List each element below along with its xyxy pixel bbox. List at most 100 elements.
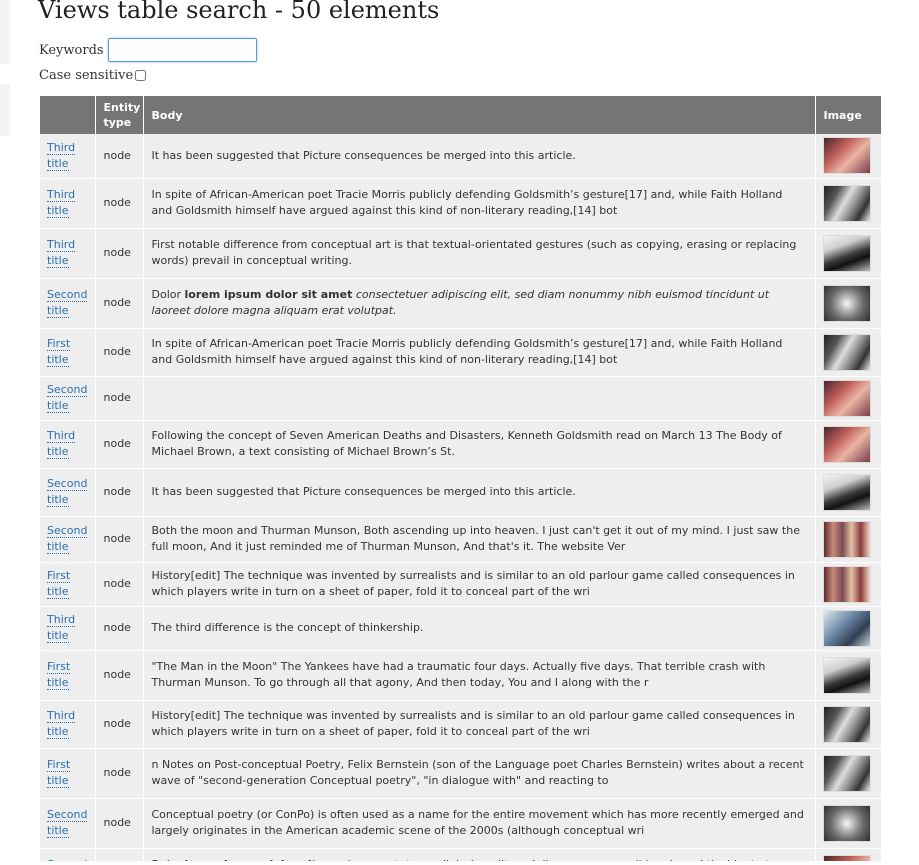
header-title	[40, 96, 96, 134]
bw-bridge-photo-icon[interactable]	[822, 234, 871, 272]
table-row: Second title node	[40, 376, 881, 421]
cell-entity-type: node	[95, 798, 144, 849]
title-link[interactable]: Second title	[47, 383, 88, 413]
cell-entity-type: node	[95, 468, 144, 517]
body-text: Dolor	[152, 858, 185, 861]
sunset-photo-icon[interactable]	[822, 379, 871, 417]
title-link[interactable]: Second title	[47, 524, 88, 554]
cell-title: Third title	[40, 700, 96, 749]
table-row: Second title node Both the moon and Thurma…	[40, 516, 881, 563]
cell-image	[815, 516, 881, 563]
cell-image	[815, 420, 881, 469]
sunset-photo-icon[interactable]	[822, 425, 871, 463]
table-row: Second titlenodeDolor lorem ipsum dolor …	[40, 848, 881, 861]
table-body: Third title node It has been suggested tha…	[40, 134, 881, 861]
cell-body: n Notes on Post-conceptual Poetry, Felix…	[143, 748, 816, 799]
keywords-input[interactable]	[107, 38, 257, 62]
cell-title: Second title	[40, 516, 96, 563]
bw-bridge-photo-icon[interactable]	[822, 473, 871, 511]
left-edge-block	[0, 84, 10, 136]
keywords-label: Keywords	[39, 42, 104, 58]
table-row: First title node "The Man in the Moon" The…	[40, 650, 881, 701]
cell-body: It has been suggested that Picture conse…	[143, 134, 816, 179]
cell-title: Third title	[40, 420, 96, 469]
title-link[interactable]: First title	[47, 337, 71, 367]
left-edge-panel	[0, 0, 10, 865]
cell-body: History[edit] The technique was invented…	[143, 562, 816, 607]
title-link[interactable]: Third title	[47, 188, 76, 218]
cell-title: Second title	[40, 376, 96, 421]
cell-body: Following the concept of Seven American …	[143, 420, 816, 469]
title-link[interactable]: Second title	[47, 477, 88, 507]
table-row: Second title node Conceptual poetry (or Co…	[40, 798, 881, 849]
cell-image	[815, 848, 881, 861]
cell-title: First title	[40, 562, 96, 607]
bw-portrait-photo-icon[interactable]	[822, 705, 871, 743]
cell-entity-type: node	[95, 700, 144, 749]
title-link[interactable]: First title	[47, 758, 71, 788]
bw-bridge-photo-icon[interactable]	[822, 656, 871, 694]
table-row: Third title node In spite of African-Ameri…	[40, 178, 881, 229]
cell-entity-type: node	[95, 178, 144, 229]
title-link[interactable]: Third title	[47, 709, 76, 739]
body-bold-text: lorem ipsum dolor sit amet	[185, 858, 353, 861]
cell-image	[815, 134, 881, 179]
table-row: Third title node First notable difference …	[40, 228, 881, 279]
title-link[interactable]: Third title	[47, 140, 76, 171]
header-image: Image	[815, 96, 881, 134]
cell-body: In spite of African-American poet Tracie…	[143, 178, 816, 229]
cell-image	[815, 562, 881, 607]
cell-body: Dolor lorem ipsum dolor sit amet consect…	[143, 848, 816, 861]
title-link[interactable]: First title	[47, 569, 71, 599]
table-header-row: Entity type Body Image	[40, 96, 881, 134]
cell-entity-type: node	[95, 376, 144, 421]
title-link[interactable]: First title	[47, 660, 71, 690]
cell-body: Both the moon and Thurman Munson, Both a…	[143, 516, 816, 563]
cell-body: First notable difference from conceptual…	[143, 228, 816, 279]
sunset-photo-icon[interactable]	[822, 854, 871, 861]
cell-title: Second title	[40, 278, 96, 329]
title-link[interactable]: Second title	[47, 288, 88, 318]
header-entity-type: Entity type	[95, 96, 144, 134]
cell-entity-type: node	[95, 650, 144, 701]
cell-entity-type: node	[95, 748, 144, 799]
crowd-photo-icon[interactable]	[822, 565, 871, 603]
title-link[interactable]: Third title	[47, 429, 76, 459]
table-row: First title node History[edit] The techniq…	[40, 562, 881, 607]
cell-image	[815, 468, 881, 517]
table-row: First title node In spite of African-Ameri…	[40, 328, 881, 377]
tunnel-photo-icon[interactable]	[822, 804, 871, 842]
cell-image	[815, 278, 881, 329]
cell-entity-type: node	[95, 420, 144, 469]
bw-portrait-photo-icon[interactable]	[822, 333, 871, 371]
cell-image	[815, 650, 881, 701]
bw-portrait-photo-icon[interactable]	[822, 754, 871, 792]
title-link[interactable]: Second title	[47, 808, 88, 838]
bw-portrait-photo-icon[interactable]	[822, 184, 871, 222]
cell-entity-type: node	[95, 328, 144, 377]
title-link[interactable]: Second title	[47, 858, 88, 861]
cell-image	[815, 228, 881, 279]
cell-body: History[edit] The technique was invented…	[143, 700, 816, 749]
sunset-photo-icon[interactable]	[822, 137, 871, 175]
cell-body: In spite of African-American poet Tracie…	[143, 328, 816, 377]
cell-entity-type: node	[95, 134, 144, 179]
cell-title: First title	[40, 328, 96, 377]
cell-image	[815, 376, 881, 421]
keywords-row: Keywords	[39, 38, 257, 62]
cell-image	[815, 328, 881, 377]
cell-image	[815, 606, 881, 651]
cell-title: Second title	[40, 848, 96, 861]
crowd-photo-icon[interactable]	[822, 520, 871, 558]
title-link[interactable]: Third title	[47, 613, 76, 643]
cell-image	[815, 748, 881, 799]
tunnel-photo-icon[interactable]	[822, 284, 871, 322]
title-link[interactable]: Third title	[47, 238, 76, 268]
case-sensitive-checkbox[interactable]	[135, 70, 147, 81]
cell-entity-type: node	[95, 562, 144, 607]
blue-photo-icon[interactable]	[822, 609, 871, 647]
table-row: Second title node It has been suggested th…	[40, 468, 881, 517]
cell-entity-type: node	[95, 606, 144, 651]
body-text: Dolor	[151, 288, 185, 301]
results-table-container[interactable]: Entity type Body Image Third title node It…	[40, 96, 881, 861]
